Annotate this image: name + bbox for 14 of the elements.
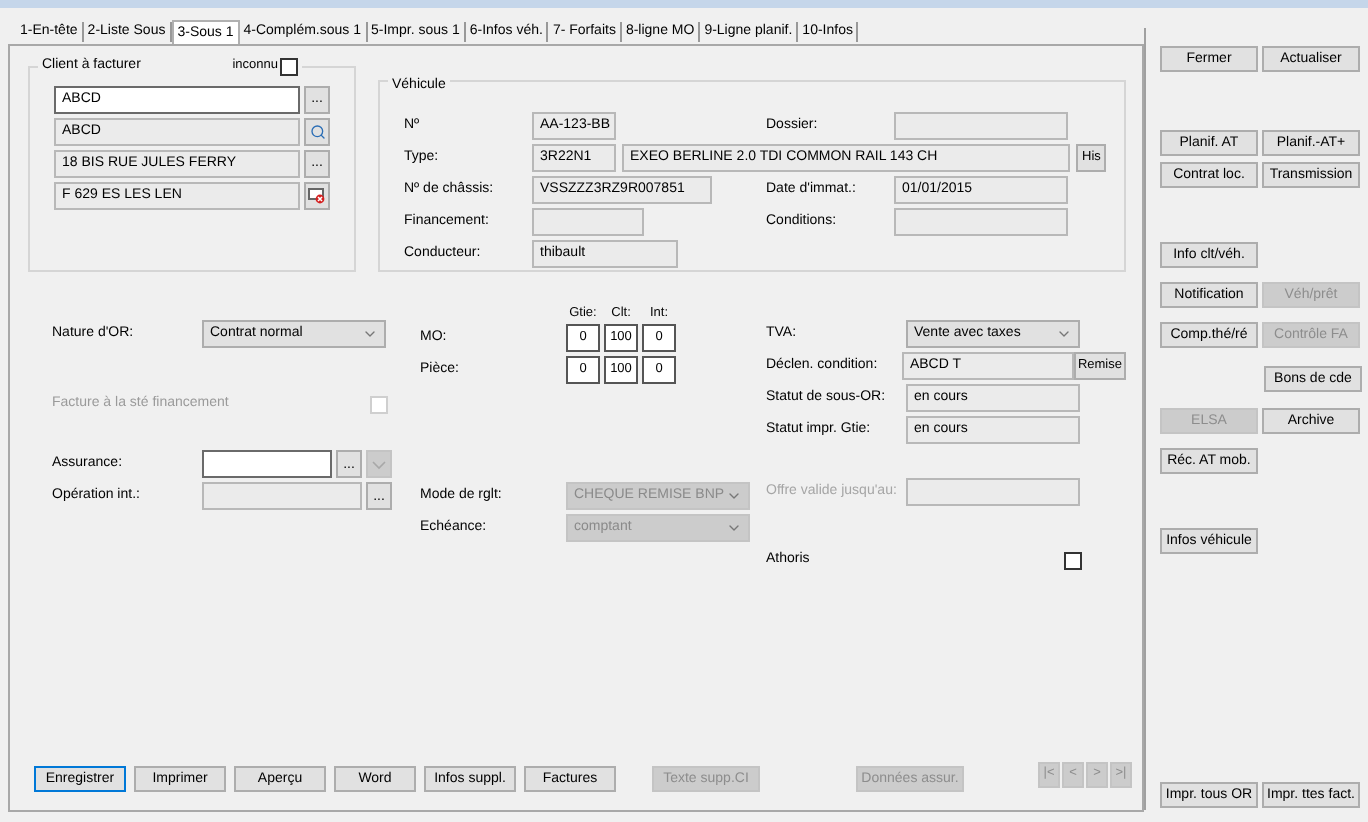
input-field[interactable]: [532, 208, 644, 236]
search-icon: [309, 123, 325, 139]
card-with-cross-icon: [308, 187, 326, 203]
chevron-down-icon: [1056, 326, 1072, 342]
checkbox[interactable]: [1064, 551, 1082, 569]
remove-button[interactable]: [304, 181, 330, 209]
input-field[interactable]: [894, 208, 1068, 236]
input-field[interactable]: [906, 478, 1080, 506]
input-field[interactable]: [202, 482, 362, 510]
input-field[interactable]: [894, 112, 1068, 140]
input-field[interactable]: [202, 450, 332, 478]
chevron-down-icon: [362, 326, 378, 342]
search-button[interactable]: [304, 117, 330, 145]
checkbox[interactable]: [280, 57, 298, 76]
